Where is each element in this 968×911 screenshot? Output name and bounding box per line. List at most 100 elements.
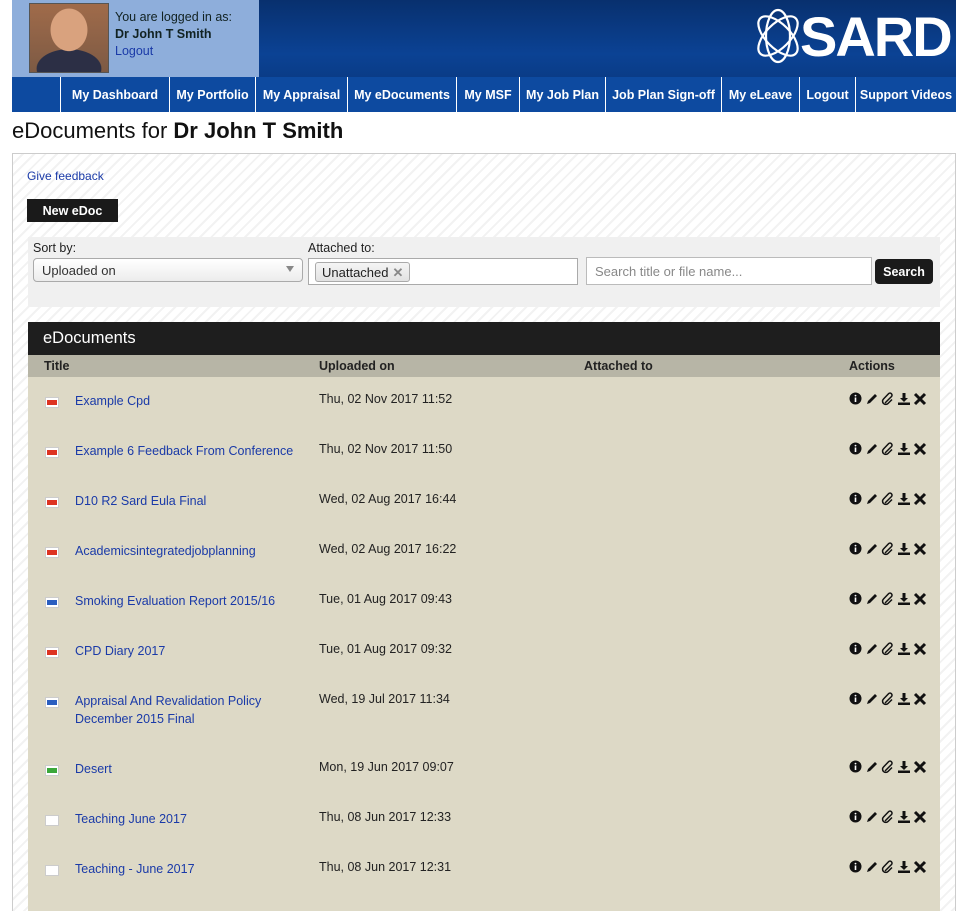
pencil-icon[interactable] (865, 692, 879, 706)
pencil-icon[interactable] (865, 392, 879, 406)
paperclip-icon[interactable] (881, 542, 895, 556)
edocuments-table: eDocuments Title Uploaded on Attached to… (28, 322, 940, 911)
download-icon[interactable] (897, 760, 911, 774)
document-title-link[interactable]: CPD Diary 2017 (75, 642, 305, 660)
search-input[interactable] (586, 257, 872, 285)
delete-icon[interactable] (913, 492, 927, 506)
sort-select[interactable]: Uploaded on (33, 258, 303, 282)
delete-icon[interactable] (913, 592, 927, 606)
info-icon[interactable] (849, 592, 863, 606)
uploaded-date: Thu, 08 Jun 2017 12:31 (319, 860, 452, 874)
user-box: You are logged in as: Dr John T Smith Lo… (12, 0, 259, 77)
document-title-link[interactable]: Appraisal And Revalidation Policy Decemb… (75, 692, 305, 728)
sard-logo: SARD (750, 5, 953, 68)
table-row: Smoking Evaluation Report 2015/16 Tue, 01… (28, 577, 940, 627)
download-icon[interactable] (897, 392, 911, 406)
uploaded-date: Thu, 02 Nov 2017 11:52 (319, 392, 453, 406)
nav-item-msf[interactable]: My MSF (457, 77, 520, 112)
delete-icon[interactable] (913, 442, 927, 456)
download-icon[interactable] (897, 692, 911, 706)
col-attached: Attached to (584, 359, 653, 373)
document-title-link[interactable]: Teaching - June 2017 (75, 860, 305, 878)
document-title-link[interactable]: Teaching June 2017 (75, 810, 305, 828)
download-icon[interactable] (897, 592, 911, 606)
delete-icon[interactable] (913, 760, 927, 774)
nav-item-dashboard[interactable]: My Dashboard (61, 77, 170, 112)
pencil-icon[interactable] (865, 810, 879, 824)
delete-icon[interactable] (913, 642, 927, 656)
new-edoc-button[interactable]: New eDoc (27, 199, 118, 222)
pencil-icon[interactable] (865, 442, 879, 456)
info-icon[interactable] (849, 810, 863, 824)
paperclip-icon[interactable] (881, 392, 895, 406)
info-icon[interactable] (849, 760, 863, 774)
uploaded-date: Wed, 02 Aug 2017 16:44 (319, 492, 457, 506)
row-actions (849, 442, 927, 456)
pencil-icon[interactable] (865, 760, 879, 774)
table-row: Desert Mon, 19 Jun 2017 09:07 (28, 745, 940, 795)
nav-spacer (12, 77, 61, 112)
file-blank-icon (45, 815, 59, 826)
chip-remove-icon[interactable]: ✕ (393, 265, 404, 280)
user-logout-link[interactable]: Logout (115, 44, 153, 58)
info-icon[interactable] (849, 692, 863, 706)
file-pdf-icon (45, 647, 59, 658)
info-icon[interactable] (849, 442, 863, 456)
info-icon[interactable] (849, 642, 863, 656)
document-title-link[interactable]: Example Cpd (75, 392, 305, 410)
download-icon[interactable] (897, 442, 911, 456)
info-icon[interactable] (849, 392, 863, 406)
paperclip-icon[interactable] (881, 642, 895, 656)
user-name: Dr John T Smith (115, 27, 212, 41)
attached-label: Attached to: (308, 241, 375, 255)
nav-item-appraisal[interactable]: My Appraisal (256, 77, 348, 112)
info-icon[interactable] (849, 492, 863, 506)
table-row: Example Cpd Thu, 02 Nov 2017 11:52 (28, 377, 940, 427)
paperclip-icon[interactable] (881, 860, 895, 874)
paperclip-icon[interactable] (881, 810, 895, 824)
document-title-link[interactable]: Academicsintegratedjobplanning (75, 542, 305, 560)
pencil-icon[interactable] (865, 592, 879, 606)
paperclip-icon[interactable] (881, 692, 895, 706)
paperclip-icon[interactable] (881, 442, 895, 456)
document-title-link[interactable]: Smoking Evaluation Report 2015/16 (75, 592, 305, 610)
delete-icon[interactable] (913, 692, 927, 706)
attached-filter-input[interactable]: Unattached ✕ (308, 258, 578, 285)
nav-item-eleave[interactable]: My eLeave (722, 77, 800, 112)
pencil-icon[interactable] (865, 860, 879, 874)
paperclip-icon[interactable] (881, 760, 895, 774)
paperclip-icon[interactable] (881, 492, 895, 506)
delete-icon[interactable] (913, 392, 927, 406)
delete-icon[interactable] (913, 542, 927, 556)
delete-icon[interactable] (913, 860, 927, 874)
nav-item-support-videos[interactable]: Support Videos (856, 77, 956, 112)
info-icon[interactable] (849, 860, 863, 874)
document-title-link[interactable]: Desert (75, 760, 305, 778)
file-pdf-icon (45, 447, 59, 458)
nav-item-logout[interactable]: Logout (800, 77, 856, 112)
give-feedback-link[interactable]: Give feedback (27, 169, 104, 183)
nav-item-portfolio[interactable]: My Portfolio (170, 77, 256, 112)
nav-item-job-plan-signoff[interactable]: Job Plan Sign-off (606, 77, 722, 112)
nav-item-job-plan[interactable]: My Job Plan (520, 77, 606, 112)
download-icon[interactable] (897, 860, 911, 874)
uploaded-date: Thu, 08 Jun 2017 12:33 (319, 810, 452, 824)
info-icon[interactable] (849, 542, 863, 556)
download-icon[interactable] (897, 642, 911, 656)
table-row: Teaching June 2017 Thu, 08 Jun 2017 12:33 (28, 795, 940, 845)
document-title-link[interactable]: Example 6 Feedback From Conference (75, 442, 305, 460)
uploaded-date: Thu, 02 Nov 2017 11:50 (319, 442, 453, 456)
col-title: Title (44, 359, 70, 373)
pencil-icon[interactable] (865, 492, 879, 506)
download-icon[interactable] (897, 492, 911, 506)
document-title-link[interactable]: D10 R2 Sard Eula Final (75, 492, 305, 510)
delete-icon[interactable] (913, 810, 927, 824)
paperclip-icon[interactable] (881, 592, 895, 606)
search-button[interactable]: Search (875, 259, 933, 284)
nav-item-edocuments[interactable]: My eDocuments (348, 77, 457, 112)
pencil-icon[interactable] (865, 642, 879, 656)
download-icon[interactable] (897, 810, 911, 824)
pencil-icon[interactable] (865, 542, 879, 556)
download-icon[interactable] (897, 542, 911, 556)
col-actions: Actions (849, 359, 895, 373)
